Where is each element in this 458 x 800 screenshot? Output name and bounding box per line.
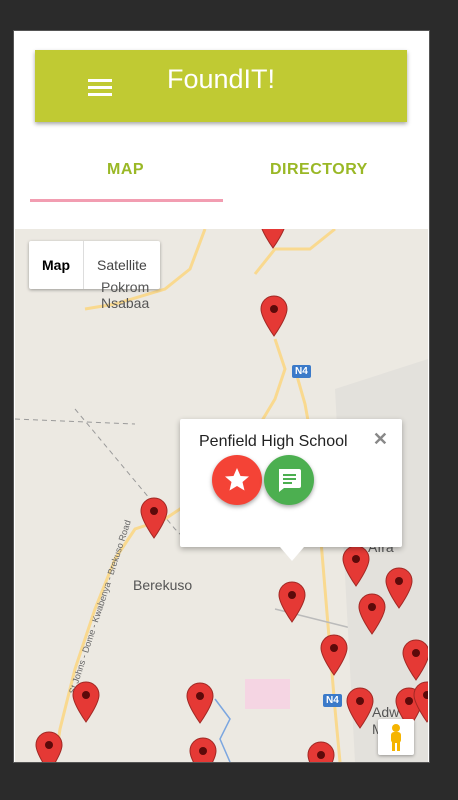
map-pin-icon[interactable] (385, 567, 413, 609)
map-label-town: Pokrom (101, 279, 150, 295)
map-label-town: Nsabaa (101, 295, 150, 311)
map-pin-icon[interactable] (72, 681, 100, 723)
app-title: FoundIT! (166, 64, 276, 94)
highway-shield: N4 (323, 694, 342, 707)
map-pin-icon[interactable] (307, 741, 335, 762)
app-bar: FoundIT! (35, 50, 407, 122)
map-pin-icon[interactable] (278, 581, 306, 623)
map-label-town: Berekuso (133, 577, 193, 593)
map-pin-icon[interactable] (259, 229, 287, 249)
tab-directory[interactable]: DIRECTORY (270, 161, 368, 179)
highway-shield: N4 (292, 365, 311, 378)
map-type-map-button[interactable]: Map (29, 241, 84, 289)
map-pin-icon[interactable] (189, 737, 217, 762)
map-pin-icon[interactable] (342, 545, 370, 587)
close-icon[interactable]: ✕ (373, 429, 388, 450)
tab-bar: MAP DIRECTORY (14, 139, 429, 202)
map-pin-icon[interactable] (413, 681, 428, 723)
map-pin-icon[interactable] (402, 639, 428, 681)
map-pin-icon[interactable] (260, 295, 288, 337)
favorite-button[interactable] (212, 455, 262, 505)
pegman-icon (391, 724, 401, 751)
chat-icon (279, 469, 301, 492)
map-pin-icon[interactable] (186, 682, 214, 724)
info-window-title: Penfield High School (199, 433, 348, 450)
app-frame: FoundIT! MAP DIRECTORY Map Satellite Pok… (13, 30, 430, 763)
message-button[interactable] (264, 455, 314, 505)
tab-indicator (30, 199, 223, 202)
map-pin-icon[interactable] (320, 634, 348, 676)
map-pin-icon[interactable] (35, 731, 63, 762)
tab-map[interactable]: MAP (107, 161, 144, 179)
map-pin-icon[interactable] (346, 687, 374, 729)
info-window: Penfield High School ✕ (180, 419, 402, 561)
map-view[interactable]: Map Satellite Pokrom Nsabaa Berekuso Afr… (15, 229, 428, 762)
map-pin-icon[interactable] (140, 497, 168, 539)
map-pin-icon[interactable] (358, 593, 386, 635)
street-view-pegman[interactable] (378, 719, 414, 755)
star-icon (225, 468, 249, 491)
